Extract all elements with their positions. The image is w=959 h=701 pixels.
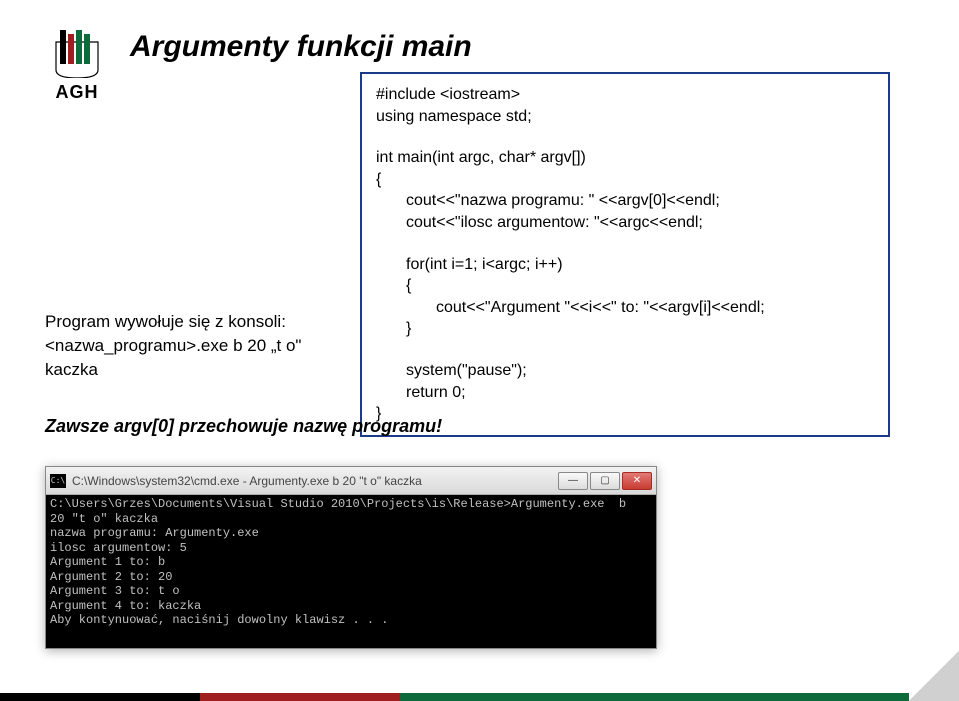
maximize-button[interactable]: ▢: [590, 472, 620, 490]
code-line: int main(int argc, char* argv[]): [376, 147, 874, 169]
code-line: cout<<"nazwa programu: " <<argv[0]<<endl…: [376, 190, 874, 212]
slide-title: Argumenty funkcji main: [130, 30, 472, 64]
logo: AGH: [42, 28, 112, 103]
code-line: cout<<"Argument "<<i<<" to: "<<argv[i]<<…: [376, 297, 874, 319]
code-line: {: [376, 169, 874, 191]
console-titlebar: C:\ C:\Windows\system32\cmd.exe - Argume…: [46, 467, 656, 495]
close-button[interactable]: ✕: [622, 472, 652, 490]
code-line: for(int i=1; i<argc; i++): [376, 254, 874, 276]
caption-line: <nazwa_programu>.exe b 20 „t o" kaczka: [45, 334, 355, 382]
code-line: using namespace std;: [376, 106, 874, 128]
caption-line: Program wywołuje się z konsoli:: [45, 310, 355, 334]
footer-segment-green: [400, 693, 909, 701]
caption: Program wywołuje się z konsoli: <nazwa_p…: [45, 310, 355, 381]
footer-segment-red: [200, 693, 400, 701]
minimize-button[interactable]: —: [558, 472, 588, 490]
code-line: }: [376, 403, 874, 425]
note: Zawsze argv[0] przechowuje nazwę program…: [45, 416, 442, 437]
console-body: C:\Users\Grzes\Documents\Visual Studio 2…: [46, 495, 656, 648]
console-title: C:\Windows\system32\cmd.exe - Argumenty.…: [72, 474, 556, 488]
code-line: {: [376, 275, 874, 297]
code-line: system("pause");: [376, 360, 874, 382]
footer-bar: [0, 693, 909, 701]
console-window: C:\ C:\Windows\system32\cmd.exe - Argume…: [45, 466, 657, 649]
footer-segment-black: [0, 693, 200, 701]
page-curl-icon: [909, 651, 959, 701]
cmd-icon: C:\: [50, 474, 66, 488]
code-line: #include <iostream>: [376, 84, 874, 106]
logo-shield-icon: [52, 28, 102, 78]
code-line: cout<<"ilosc argumentow: "<<argc<<endl;: [376, 212, 874, 234]
code-line: return 0;: [376, 382, 874, 404]
logo-text: AGH: [42, 82, 112, 103]
window-buttons: — ▢ ✕: [556, 472, 652, 490]
code-line: }: [376, 318, 874, 340]
code-box: #include <iostream> using namespace std;…: [360, 72, 890, 437]
